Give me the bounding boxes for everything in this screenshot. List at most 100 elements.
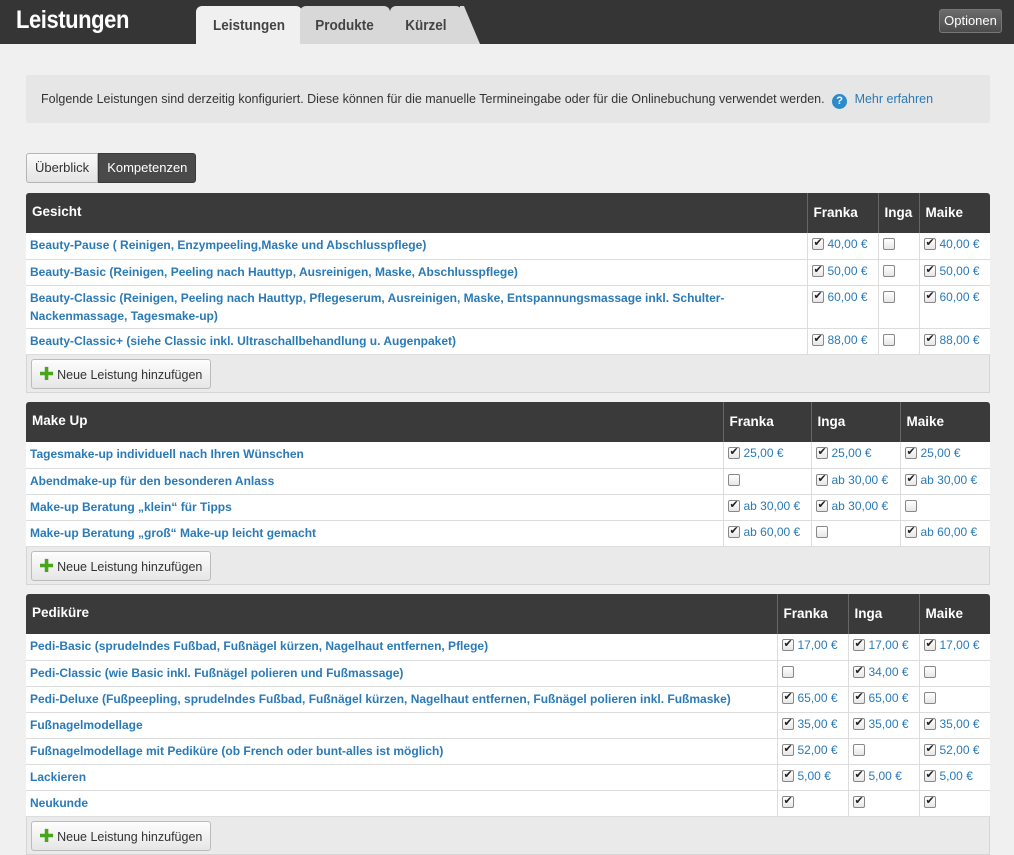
competence-checkbox[interactable]: [815, 445, 828, 459]
competence-checkbox[interactable]: [852, 637, 865, 651]
overview-button[interactable]: Überblick: [26, 153, 99, 183]
competence-checkbox[interactable]: [923, 691, 936, 704]
help-icon[interactable]: ?: [832, 94, 848, 109]
service-name-link[interactable]: Make-up Beratung „klein“ für Tipps: [26, 494, 723, 521]
price-value[interactable]: ab 30,00 €: [832, 499, 889, 513]
learn-more-link[interactable]: Mehr erfahren: [855, 92, 934, 106]
competences-button[interactable]: Kompetenzen: [98, 153, 197, 183]
service-name-link[interactable]: Beauty-Pause ( Reinigen, Enzympeeling,Ma…: [26, 233, 807, 260]
competence-checkbox[interactable]: [852, 664, 865, 678]
competence-checkbox[interactable]: [781, 665, 794, 678]
price-value[interactable]: 35,00 €: [940, 717, 980, 731]
service-name-link[interactable]: Pedi-Basic (sprudelndes Fußbad, Fußnägel…: [26, 634, 777, 661]
competence-checkbox[interactable]: [852, 690, 865, 704]
service-name-link[interactable]: Beauty-Classic (Reinigen, Peeling nach H…: [26, 285, 807, 329]
add-service-button[interactable]: ✚ Neue Leistung hinzufügen: [31, 550, 212, 581]
price-value[interactable]: ab 60,00 €: [744, 525, 801, 539]
price-value[interactable]: ab 60,00 €: [921, 525, 978, 539]
service-name-link[interactable]: Beauty-Basic (Reinigen, Peeling nach Hau…: [26, 259, 807, 286]
competence-checkbox[interactable]: [852, 716, 865, 730]
competence-checkbox[interactable]: [727, 498, 740, 512]
tab-kuerzel[interactable]: Kürzel: [390, 6, 462, 44]
competence-checkbox[interactable]: [781, 742, 794, 756]
competence-checkbox[interactable]: [882, 264, 895, 277]
competence-checkbox[interactable]: [781, 716, 794, 730]
competence-checkbox[interactable]: [882, 333, 895, 346]
competence-checkbox[interactable]: [811, 236, 824, 250]
options-button[interactable]: Optionen: [939, 9, 1002, 33]
price-value[interactable]: 88,00 €: [828, 333, 868, 347]
service-name-link[interactable]: Fußnagelmodellage: [26, 712, 777, 739]
competence-checkbox[interactable]: [781, 768, 794, 782]
price-value[interactable]: ab 30,00 €: [832, 473, 889, 487]
price-value[interactable]: 88,00 €: [940, 333, 980, 347]
competence-checkbox[interactable]: [904, 499, 917, 512]
service-name-link[interactable]: Lackieren: [26, 764, 777, 791]
competence-checkbox[interactable]: [923, 236, 936, 250]
competence-checkbox[interactable]: [923, 665, 936, 678]
competence-checkbox[interactable]: [923, 794, 936, 808]
tab-leistungen[interactable]: Leistungen: [196, 6, 302, 44]
competence-checkbox[interactable]: [727, 445, 740, 459]
price-value[interactable]: 52,00 €: [940, 743, 980, 757]
price-value[interactable]: 17,00 €: [940, 638, 980, 652]
price-value[interactable]: 5,00 €: [869, 769, 902, 783]
competence-checkbox[interactable]: [904, 472, 917, 486]
competence-checkbox[interactable]: [781, 794, 794, 808]
price-value[interactable]: 65,00 €: [798, 691, 838, 705]
competence-checkbox[interactable]: [882, 238, 895, 250]
price-value[interactable]: 5,00 €: [798, 769, 831, 783]
competence-checkbox[interactable]: [727, 473, 740, 486]
price-value[interactable]: 40,00 €: [940, 237, 980, 251]
service-name-link[interactable]: Neukunde: [26, 790, 777, 817]
price-value[interactable]: 35,00 €: [798, 717, 838, 731]
competence-checkbox[interactable]: [815, 525, 828, 538]
competence-checkbox[interactable]: [923, 768, 936, 782]
price-value[interactable]: 17,00 €: [869, 638, 909, 652]
service-name-link[interactable]: Beauty-Classic+ (siehe Classic inkl. Ult…: [26, 328, 807, 355]
price-value[interactable]: 34,00 €: [869, 665, 909, 679]
competence-checkbox[interactable]: [923, 289, 936, 303]
price-value[interactable]: 65,00 €: [869, 691, 909, 705]
competence-checkbox[interactable]: [923, 742, 936, 756]
price-value[interactable]: 25,00 €: [744, 446, 784, 460]
competence-checkbox[interactable]: [852, 794, 865, 808]
competence-checkbox[interactable]: [852, 768, 865, 782]
service-name-link[interactable]: Make-up Beratung „groß“ Make-up leicht g…: [26, 520, 723, 547]
service-name-link[interactable]: Fußnagelmodellage mit Pediküre (ob Frenc…: [26, 738, 777, 765]
price-value[interactable]: 60,00 €: [828, 290, 868, 304]
competence-checkbox[interactable]: [781, 637, 794, 651]
competence-checkbox[interactable]: [923, 332, 936, 346]
competence-checkbox[interactable]: [815, 472, 828, 486]
tab-produkte[interactable]: Produkte: [300, 6, 390, 44]
competence-checkbox[interactable]: [923, 716, 936, 730]
price-value[interactable]: 60,00 €: [940, 290, 980, 304]
price-value[interactable]: 50,00 €: [940, 264, 980, 278]
competence-checkbox[interactable]: [815, 498, 828, 512]
service-name-link[interactable]: Abendmake-up für den besonderen Anlass: [26, 468, 723, 495]
competence-checkbox[interactable]: [811, 289, 824, 303]
price-value[interactable]: ab 30,00 €: [921, 473, 978, 487]
price-value[interactable]: 25,00 €: [832, 446, 872, 460]
competence-checkbox[interactable]: [727, 524, 740, 538]
competence-checkbox[interactable]: [852, 743, 865, 756]
price-value[interactable]: ab 30,00 €: [744, 499, 801, 513]
price-value[interactable]: 35,00 €: [869, 717, 909, 731]
price-value[interactable]: 50,00 €: [828, 264, 868, 278]
add-service-button[interactable]: ✚ Neue Leistung hinzufügen: [31, 358, 212, 389]
price-value[interactable]: 25,00 €: [921, 446, 961, 460]
price-value[interactable]: 52,00 €: [798, 743, 838, 757]
competence-checkbox[interactable]: [882, 290, 895, 303]
competence-checkbox[interactable]: [781, 690, 794, 704]
competence-checkbox[interactable]: [923, 637, 936, 651]
service-name-link[interactable]: Pedi-Classic (wie Basic inkl. Fußnägel p…: [26, 660, 777, 687]
price-value[interactable]: 17,00 €: [798, 638, 838, 652]
competence-checkbox[interactable]: [811, 263, 824, 277]
service-name-link[interactable]: Tagesmake-up individuell nach Ihren Wüns…: [26, 442, 723, 469]
competence-checkbox[interactable]: [811, 332, 824, 346]
add-service-button[interactable]: ✚ Neue Leistung hinzufügen: [31, 820, 212, 851]
competence-checkbox[interactable]: [923, 263, 936, 277]
competence-checkbox[interactable]: [904, 445, 917, 459]
price-value[interactable]: 5,00 €: [940, 769, 973, 783]
service-name-link[interactable]: Pedi-Deluxe (Fußpeepling, sprudelndes Fu…: [26, 686, 777, 713]
